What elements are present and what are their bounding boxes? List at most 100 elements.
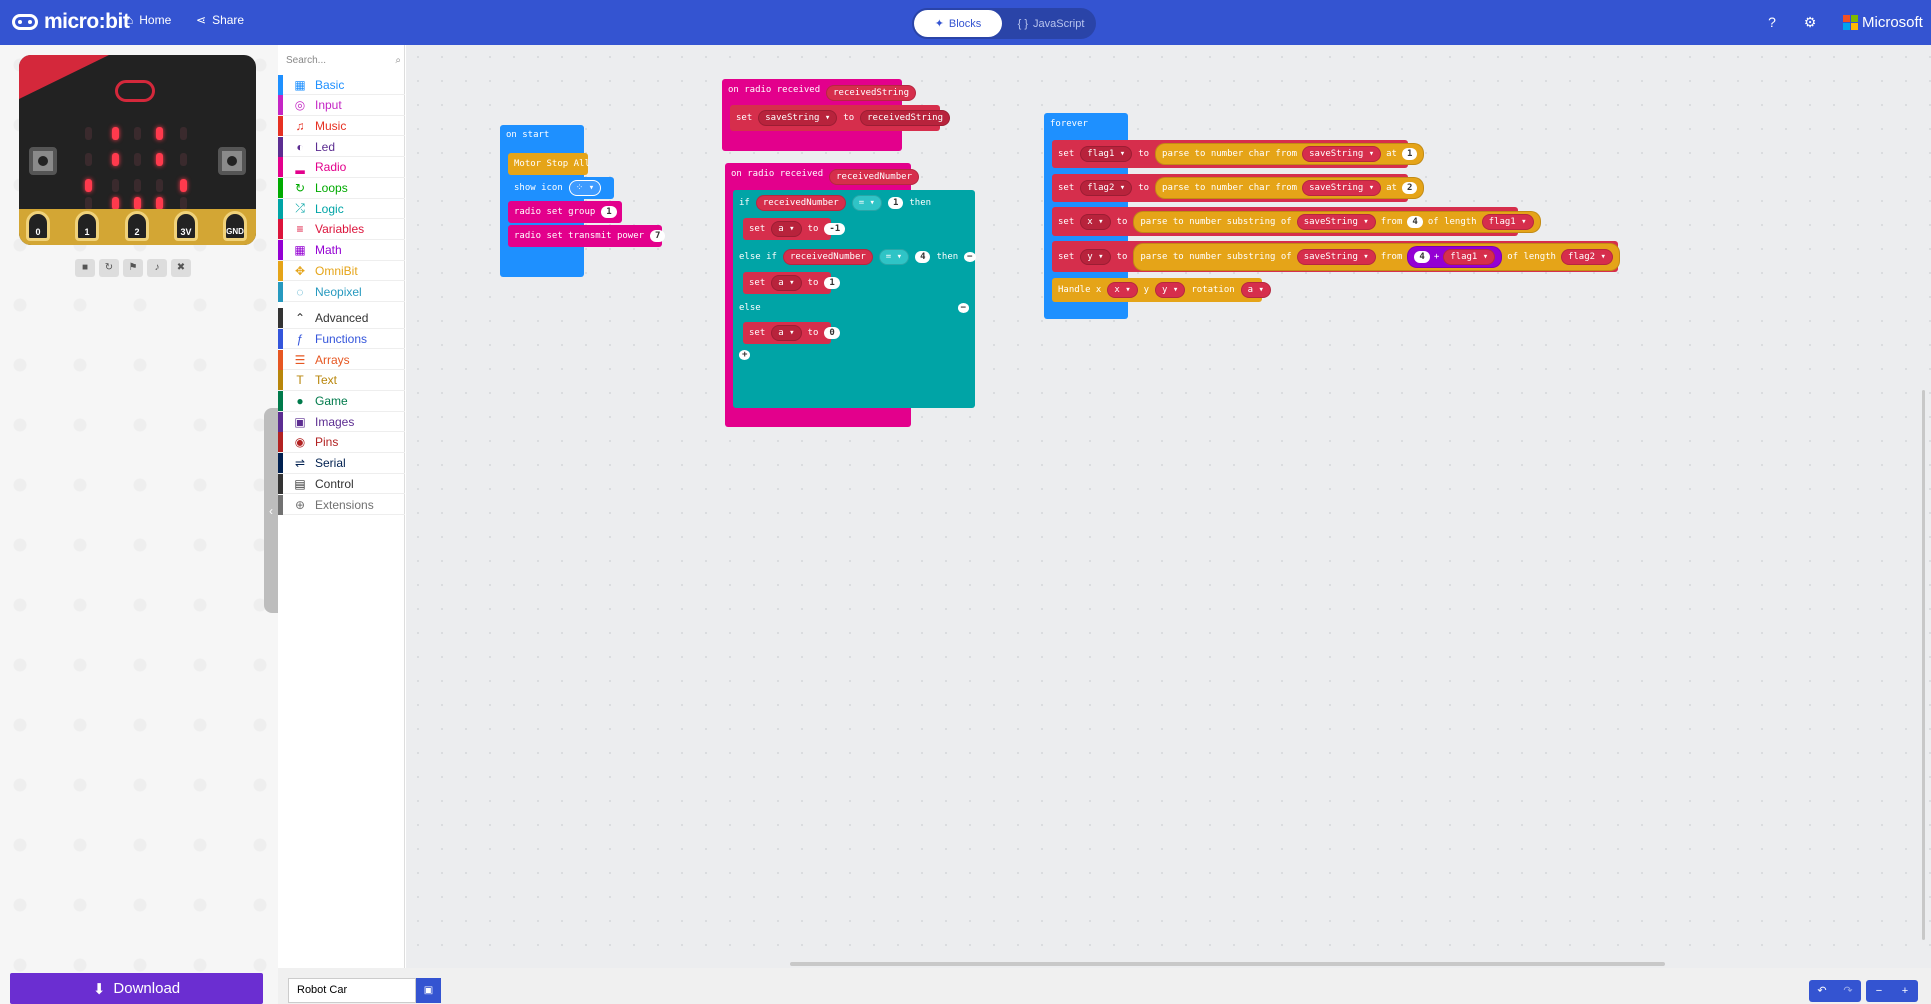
a-value[interactable]: 1 [824,277,840,289]
zoom-out-icon[interactable]: − [1866,980,1892,1002]
savestring-dropdown[interactable]: saveString [758,110,838,126]
icon-picker[interactable]: ⁘ ▾ [568,180,602,196]
toolbox-category-loops[interactable]: ↻ Loops [278,178,405,199]
received-string-value[interactable]: receivedString [860,110,950,126]
a-dropdown[interactable]: a [771,275,802,291]
toolbox-category-arrays[interactable]: ☰ Arrays [278,349,405,371]
collapse-simulator-button[interactable]: ‹ [264,408,278,613]
handle-block[interactable]: Handle x x y y rotation a [1052,278,1271,302]
fullscreen-icon[interactable]: ✖ [171,259,191,277]
toolbox-category-music[interactable]: ♫ Music [278,115,405,137]
pin-1[interactable]: 1 [75,211,99,241]
search-input[interactable]: Search... ⌕ [286,49,401,71]
toolbox-category-variables[interactable]: ≡ Variables [278,219,405,240]
pin-gnd[interactable]: GND [223,211,247,241]
y-dropdown[interactable]: y [1155,282,1186,298]
flag1-dropdown[interactable]: flag1 [1481,213,1534,230]
flag1-dropdown[interactable]: flag1 [1080,146,1133,162]
x-dropdown[interactable]: x [1107,282,1138,298]
redo-icon[interactable]: ↷ [1835,980,1861,1002]
horizontal-scrollbar[interactable] [790,962,1665,966]
at-value[interactable]: 1 [1401,148,1418,160]
flag2-dropdown[interactable]: flag2 [1080,180,1133,196]
pin-0[interactable]: 0 [26,211,50,241]
savestring-dropdown[interactable]: saveString [1302,180,1382,196]
home-button[interactable]: ⌂ Home [126,13,171,27]
toolbox-category-basic[interactable]: ▦ Basic [278,74,405,95]
remove-else-icon[interactable]: − [957,303,969,313]
math-plus-block[interactable]: 4 + flag1 [1407,245,1503,268]
parse-substring-block[interactable]: parse to number substring of saveString … [1133,210,1541,233]
radio-power-value[interactable]: 7 [650,230,666,242]
toolbox-category-logic[interactable]: ⤮ Logic [278,198,405,220]
microsoft-logo[interactable]: Microsoft [1843,14,1923,31]
parse-char-block[interactable]: parse to number char from saveString at … [1155,143,1425,165]
toolbox-category-neopixel[interactable]: ◌ Neopixel [278,281,405,302]
plus-operator[interactable]: + [1434,252,1439,262]
y-dropdown[interactable]: y [1080,248,1111,265]
received-number-param[interactable]: receivedNumber [829,169,919,185]
button-b[interactable] [218,147,246,175]
restart-icon[interactable]: ↻ [99,259,119,277]
blocks-tab[interactable]: ✦ Blocks [914,10,1002,37]
toolbox-category-control[interactable]: ▤ Control [278,473,405,495]
set-savestring-block[interactable]: set saveString to receivedString [730,105,950,131]
add-branch-icon[interactable]: + [739,350,751,360]
toolbox-category-omnibit[interactable]: ✥ OmniBit [278,260,405,282]
toolbox-category-math[interactable]: ▦ Math [278,240,405,261]
toolbox-category-pins[interactable]: ◉ Pins [278,432,405,453]
a-value[interactable]: -1 [824,223,846,235]
show-icon-block[interactable]: show icon ⁘ ▾ [508,177,614,199]
javascript-tab[interactable]: { } JavaScript [1008,10,1094,37]
board-logo[interactable] [115,80,155,102]
pin-2[interactable]: 2 [125,211,149,241]
motor-stop-block[interactable]: Motor Stop All [508,153,590,175]
plus-left-value[interactable]: 4 [1414,250,1430,263]
parse-substring-block[interactable]: parse to number substring of saveString … [1133,242,1620,271]
a-dropdown[interactable]: a [771,325,802,341]
microbit-simulator[interactable]: 0 1 2 3V GND [19,55,256,245]
a-value[interactable]: 0 [824,327,840,339]
else-if-condition-var[interactable]: receivedNumber [782,249,873,265]
project-name-input[interactable]: Robot Car [288,978,416,1003]
radio-transmit-power-block[interactable]: radio set transmit power 7 [508,225,666,247]
savestring-dropdown[interactable]: saveString [1296,248,1376,265]
toolbox-category-images[interactable]: ▣ Images [278,411,405,433]
x-dropdown[interactable]: x [1080,213,1111,230]
radio-set-group-block[interactable]: radio set group 1 [508,201,622,223]
toolbox-category-extensions[interactable]: ⊕ Extensions [278,494,405,515]
microbit-logo[interactable]: micro:bit [12,10,130,34]
savestring-dropdown[interactable]: saveString [1302,146,1382,162]
set-y-block[interactable]: set y to parse to number substring of sa… [1052,241,1620,272]
if-condition-value[interactable]: 1 [887,197,904,209]
toolbox-category-text[interactable]: T Text [278,370,405,391]
toolbox-category-led[interactable]: ◐ Led [278,136,405,158]
received-string-param[interactable]: receivedString [826,85,916,101]
flag2-dropdown[interactable]: flag2 [1560,248,1613,265]
toolbox-category-input[interactable]: ◎ Input [278,95,405,116]
a-dropdown[interactable]: a [1240,282,1271,298]
a-dropdown[interactable]: a [771,221,802,237]
vertical-scrollbar[interactable] [1922,390,1925,940]
slowmo-icon[interactable]: ⚑ [123,259,143,277]
save-icon[interactable]: ▣ [416,978,441,1003]
toolbox-category-serial[interactable]: ⇌ Serial [278,453,405,474]
radio-group-value[interactable]: 1 [601,206,617,218]
savestring-dropdown[interactable]: saveString [1296,213,1376,230]
set-a-0-block[interactable]: set a to 0 [743,322,840,344]
gear-icon[interactable]: ⚙ [1802,14,1818,30]
toolbox-category-functions[interactable]: ƒ Functions [278,328,405,350]
if-operator[interactable]: = [851,195,882,211]
set-a-neg1-block[interactable]: set a to -1 [743,218,846,240]
set-a-1-block[interactable]: set a to 1 [743,272,840,294]
set-flag1-block[interactable]: set flag1 to parse to number char from s… [1052,140,1425,168]
help-icon[interactable]: ? [1764,14,1780,30]
flag1-dropdown[interactable]: flag1 [1443,248,1496,265]
if-condition-var[interactable]: receivedNumber [755,195,846,211]
remove-branch-icon[interactable]: − [964,252,976,262]
stop-icon[interactable]: ■ [75,259,95,277]
button-a[interactable] [29,147,57,175]
parse-char-block[interactable]: parse to number char from saveString at … [1155,177,1425,199]
download-button[interactable]: ⬇ Download [10,973,263,1004]
undo-icon[interactable]: ↶ [1809,980,1835,1002]
